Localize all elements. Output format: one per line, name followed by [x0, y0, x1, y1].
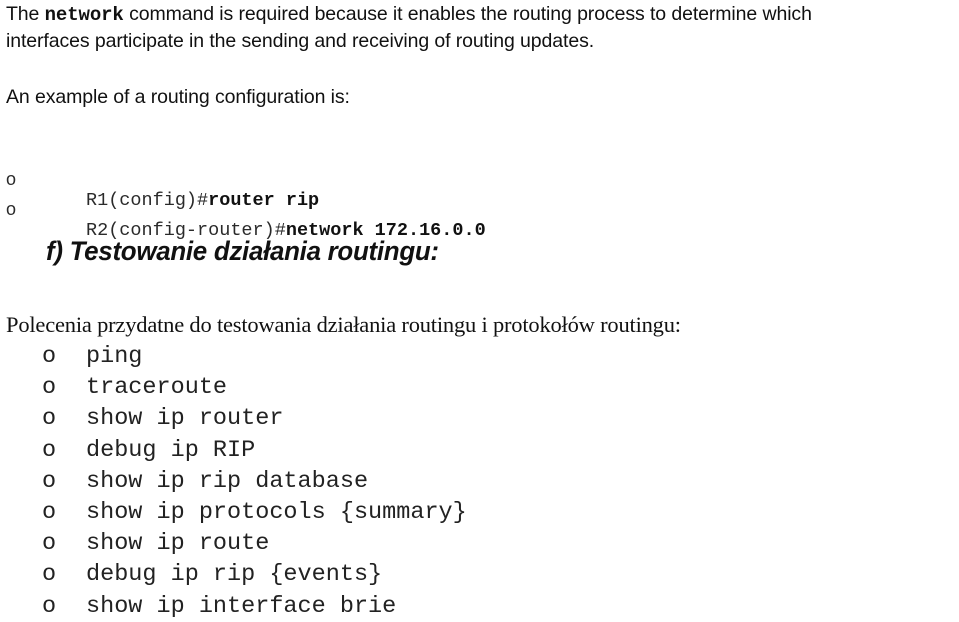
command-text: traceroute	[86, 374, 228, 402]
bullet-icon: o	[42, 530, 57, 558]
commands-intro-text: Polecenia przydatne do testowania działa…	[6, 312, 681, 337]
bullet-icon: o	[42, 561, 57, 589]
config-example-item: o R2(config-router)#network 172.16.0.0	[0, 178, 486, 241]
bullet-icon: o	[42, 592, 57, 620]
inline-code-network: network	[44, 4, 124, 26]
bullet-icon: o	[42, 343, 57, 370]
command-text: debug ip rip {events}	[86, 561, 383, 589]
intro-text-prefix: The	[6, 3, 45, 25]
intro-paragraph-line-1: The network command is required because …	[6, 3, 812, 26]
bullet-icon: o	[42, 374, 57, 402]
command-text: show ip protocols {summary}	[86, 499, 467, 526]
bullet-icon: o	[42, 405, 57, 433]
command-text: show ip router	[86, 405, 284, 433]
intro-text-suffix: command is required because it enables t…	[123, 3, 812, 25]
command-text: ping	[86, 343, 143, 370]
config-command: router rip	[208, 190, 320, 211]
config-prompt: R1(config)#	[86, 190, 209, 211]
bullet-icon: o	[42, 499, 57, 526]
command-text: show ip rip database	[86, 467, 369, 495]
command-text: debug ip RIP	[86, 436, 256, 464]
section-heading: f) Testowanie działania routingu:	[46, 236, 439, 266]
intro-paragraph-line-2: interfaces participate in the sending an…	[6, 30, 595, 52]
bullet-icon: o	[6, 199, 17, 219]
example-intro-text: An example of a routing configuration is…	[6, 86, 350, 108]
bullet-icon: o	[42, 467, 57, 495]
bullet-icon: o	[42, 436, 57, 464]
config-line: R1(config)#router rip	[86, 190, 319, 211]
command-text: show ip route	[86, 530, 270, 558]
command-text: show ip interface brie	[86, 592, 397, 620]
